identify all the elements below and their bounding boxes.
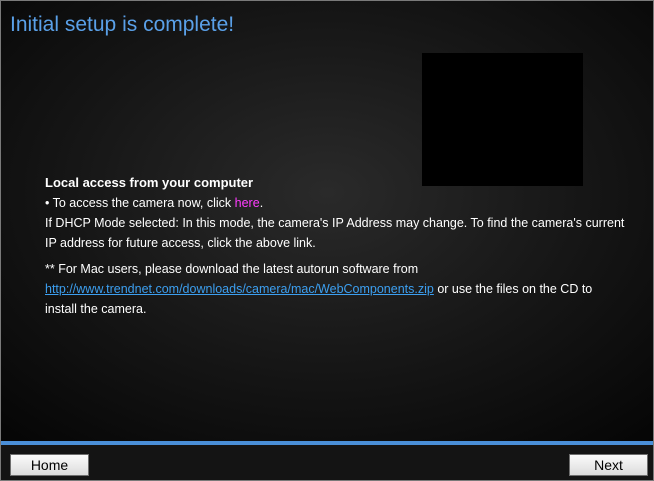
camera-preview-area	[422, 53, 583, 186]
access-period: .	[259, 196, 264, 210]
mac-note-text: ** For Mac users, please download the la…	[45, 262, 419, 276]
page-title: Initial setup is complete!	[10, 13, 235, 36]
access-text: • To access the camera now, click	[45, 196, 235, 210]
setup-wizard-window: Initial setup is complete! Local access …	[0, 0, 654, 481]
next-button[interactable]: Next	[569, 454, 648, 476]
here-link[interactable]: here	[235, 196, 260, 210]
mac-note: ** For Mac users, please download the la…	[45, 259, 625, 319]
webcomponents-download-link[interactable]: http://www.trendnet.com/downloads/camera…	[45, 282, 434, 296]
footer-bar: Home Next	[1, 445, 653, 480]
local-access-section: Local access from your computer • To acc…	[45, 173, 625, 319]
section-heading: Local access from your computer	[45, 175, 254, 190]
dhcp-note: If DHCP Mode selected: In this mode, the…	[45, 216, 625, 250]
home-button[interactable]: Home	[10, 454, 89, 476]
access-instruction: • To access the camera now, click here.	[45, 193, 625, 213]
